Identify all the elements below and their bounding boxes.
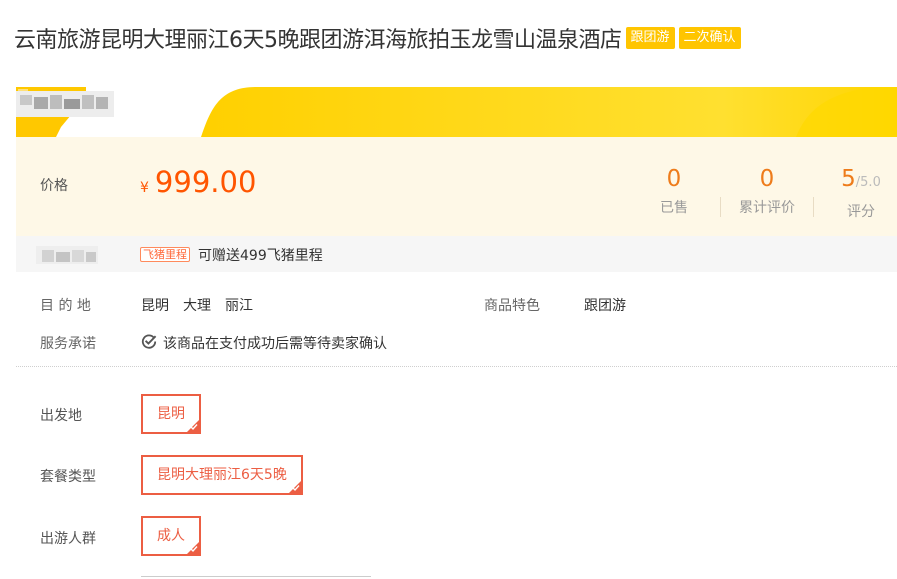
product-title-row: 云南旅游昆明大理丽江6天5晚跟团游洱海旅拍玉龙雪山温泉酒店 跟团游 二次确认 — [14, 22, 741, 54]
package-label: 套餐类型 — [40, 469, 96, 485]
stat-sold: 0 已售 — [644, 165, 704, 217]
destination-item: 丽江 — [225, 298, 253, 314]
option-label: 昆明大理丽江6天5晚 — [157, 467, 287, 483]
stat-rating: 5/5.0 评分 — [831, 165, 891, 221]
stat-sold-label: 已售 — [660, 200, 688, 216]
mileage-text: 可赠送499飞猪里程 — [198, 248, 323, 264]
price-panel: 价格 ¥ 999.00 0 已售 0 累计评价 5/5.0 评分 — [16, 137, 897, 236]
stat-sold-value: 0 — [666, 166, 682, 192]
destination-list: 昆明 大理 丽江 — [141, 295, 267, 315]
service-label: 服务承诺 — [40, 336, 96, 352]
departure-option-kunming[interactable]: 昆明 — [141, 394, 201, 434]
service-value: 该商品在支付成功后需等待卖家确认 — [163, 336, 387, 352]
price-label: 价格 — [40, 178, 68, 194]
mileage-label-blurred — [36, 246, 98, 264]
stat-rating-label: 评分 — [847, 204, 875, 220]
mileage-row: 飞猪里程 可赠送499飞猪里程 — [16, 236, 897, 272]
check-circle-icon — [141, 334, 157, 349]
tag-badge-tour: 跟团游 — [625, 27, 675, 49]
stat-reviews-label: 累计评价 — [739, 200, 795, 216]
package-option[interactable]: 昆明大理丽江6天5晚 — [141, 455, 303, 495]
shop-name-blurred — [16, 91, 114, 117]
traveler-label: 出游人群 — [40, 531, 96, 547]
checkmark-icon — [292, 485, 300, 492]
rating-max: /5.0 — [855, 175, 881, 190]
shop-banner — [16, 87, 897, 137]
product-title: 云南旅游昆明大理丽江6天5晚跟团游洱海旅拍玉龙雪山温泉酒店 — [14, 28, 622, 53]
stat-reviews[interactable]: 0 累计评价 — [732, 165, 802, 217]
tag-badge-confirm: 二次确认 — [678, 27, 741, 49]
price-value: 999.00 — [154, 165, 257, 199]
banner-yellow-wave — [16, 87, 897, 137]
price-display: ¥ 999.00 — [140, 165, 256, 199]
section-divider — [16, 366, 897, 367]
stat-rating-value: 5/5.0 — [831, 165, 891, 197]
destination-item: 昆明 — [141, 298, 169, 314]
traveler-option-adult[interactable]: 成人 — [141, 516, 201, 556]
feature-label: 商品特色 — [484, 298, 540, 314]
stat-reviews-value: 0 — [759, 166, 775, 192]
destination-item: 大理 — [183, 298, 211, 314]
departure-label: 出发地 — [40, 408, 82, 424]
rating-score: 5 — [841, 166, 856, 192]
next-field-border — [141, 576, 371, 577]
stat-divider — [720, 197, 721, 217]
option-label: 昆明 — [157, 406, 185, 422]
feature-value: 跟团游 — [584, 298, 626, 314]
destination-label: 目 的 地 — [40, 298, 91, 314]
currency-symbol: ¥ — [140, 180, 149, 196]
checkmark-icon — [190, 546, 198, 553]
checkmark-icon — [190, 424, 198, 431]
mileage-tag: 飞猪里程 — [140, 247, 190, 262]
stat-divider — [813, 197, 814, 217]
option-label: 成人 — [157, 528, 185, 544]
